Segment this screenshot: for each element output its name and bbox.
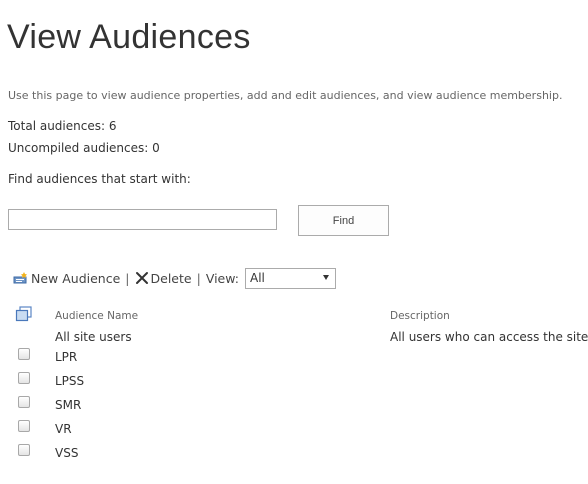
view-select[interactable]: All xyxy=(245,267,337,289)
audience-name[interactable]: LPSS xyxy=(55,374,84,388)
row-checkbox[interactable] xyxy=(18,348,30,360)
new-audience-label: New Audience xyxy=(31,270,121,286)
column-header-description[interactable]: Description xyxy=(390,310,450,322)
close-x-icon xyxy=(135,272,148,284)
audience-name[interactable]: VR xyxy=(55,422,72,436)
audience-name[interactable]: All site users xyxy=(55,330,132,344)
find-button[interactable]: Find xyxy=(298,205,389,236)
audience-description: All users who can access the site xyxy=(390,330,588,344)
new-audience-button[interactable]: New Audience xyxy=(13,271,120,286)
total-audiences: Total audiences: 6 xyxy=(8,119,117,133)
chevron-down-icon xyxy=(323,274,330,280)
audience-name[interactable]: VSS xyxy=(55,446,78,460)
toolbar: New Audience | Delete | View: All xyxy=(13,267,337,289)
row-checkbox[interactable] xyxy=(18,396,30,408)
row-checkbox[interactable] xyxy=(18,372,30,384)
row-checkbox[interactable] xyxy=(18,444,30,456)
uncompiled-audiences: Uncompiled audiences: 0 xyxy=(8,141,160,155)
audience-name[interactable]: LPR xyxy=(55,350,77,364)
toolbar-separator: | xyxy=(125,270,130,286)
delete-button[interactable]: Delete xyxy=(135,271,192,286)
audience-name[interactable]: SMR xyxy=(55,398,81,412)
page-description: Use this page to view audience propertie… xyxy=(8,89,563,102)
find-input[interactable] xyxy=(8,209,277,230)
delete-label: Delete xyxy=(150,270,192,286)
toolbar-separator: | xyxy=(196,270,201,286)
select-all-icon[interactable] xyxy=(15,306,33,322)
page-title: View Audiences xyxy=(7,18,251,56)
find-label: Find audiences that start with: xyxy=(8,172,191,186)
view-select-value: All xyxy=(250,270,265,285)
new-audience-icon xyxy=(13,272,27,284)
column-header-audience-name[interactable]: Audience Name xyxy=(55,310,138,322)
row-checkbox[interactable] xyxy=(18,420,30,432)
view-label: View: xyxy=(205,270,240,286)
